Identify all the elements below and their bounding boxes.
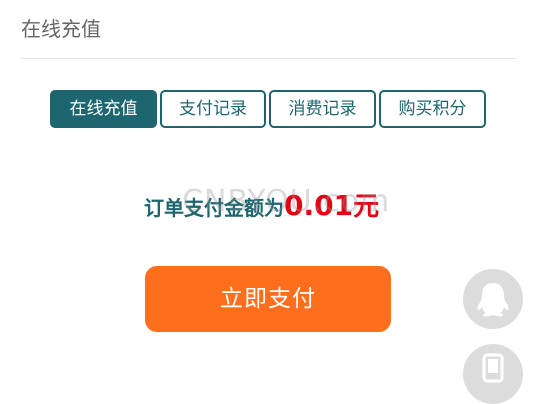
- page-title: 在线充值: [21, 17, 101, 41]
- divider: [21, 58, 516, 59]
- phone-contact-button[interactable]: [463, 344, 523, 404]
- amount-label: 订单支付金额为: [144, 196, 284, 220]
- qq-contact-button[interactable]: [463, 269, 523, 329]
- amount-value: 0.01: [284, 189, 354, 222]
- tab-payment-records[interactable]: 支付记录: [160, 90, 266, 128]
- amount-unit: 元: [353, 192, 380, 222]
- tab-online-recharge[interactable]: 在线充值: [50, 90, 157, 128]
- pay-now-button[interactable]: 立即支付: [145, 266, 391, 332]
- phone-icon: [482, 353, 504, 383]
- tab-buy-points[interactable]: 购买积分: [379, 90, 486, 128]
- qq-penguin-icon: [477, 283, 509, 317]
- order-amount: 订单支付金额为0.01元: [144, 186, 379, 226]
- tab-consumption-records[interactable]: 消费记录: [269, 90, 376, 128]
- tab-bar: 在线充值 支付记录 消费记录 购买积分: [0, 90, 538, 128]
